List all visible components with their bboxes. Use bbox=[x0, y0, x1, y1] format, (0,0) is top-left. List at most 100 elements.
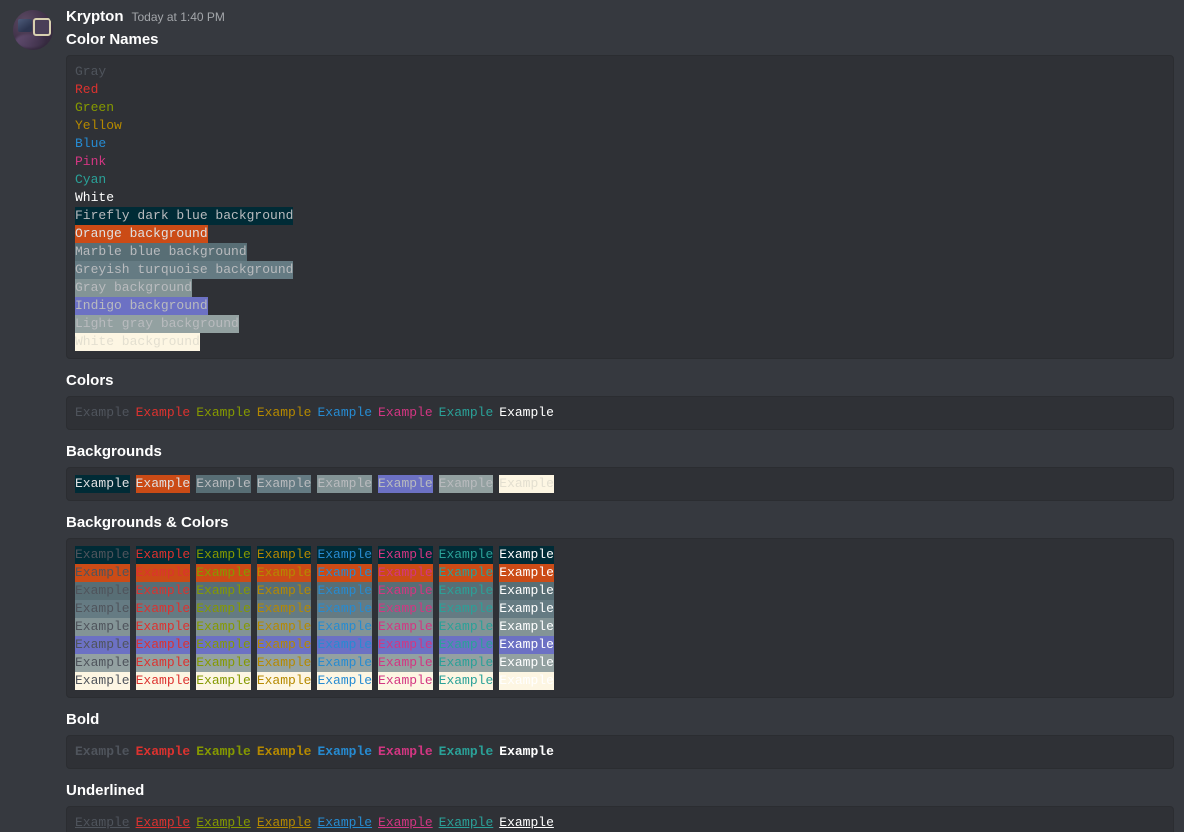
color-name-line: Indigo background bbox=[75, 297, 1165, 315]
color-swatch: Example bbox=[378, 404, 433, 422]
grid-cell: Example bbox=[378, 564, 433, 582]
grid-cell: Example bbox=[499, 600, 554, 618]
message-timestamp: Today at 1:40 PM bbox=[132, 10, 225, 24]
grid-cell: Example bbox=[257, 546, 312, 564]
color-name-swatch: Marble blue background bbox=[75, 243, 247, 261]
grid-cell: Example bbox=[196, 618, 251, 636]
grid-cell: Example bbox=[136, 582, 191, 600]
background-swatch: Example bbox=[257, 475, 312, 493]
color-swatch: Example bbox=[257, 404, 312, 422]
codeblock-underlined: ExampleExampleExampleExampleExampleExamp… bbox=[66, 806, 1174, 832]
grid-cell: Example bbox=[196, 654, 251, 672]
underline-swatch: Example bbox=[499, 814, 554, 832]
grid-cell: Example bbox=[499, 618, 554, 636]
grid-column: ExampleExampleExampleExampleExampleExamp… bbox=[317, 546, 372, 690]
example-row: ExampleExampleExampleExampleExampleExamp… bbox=[75, 404, 1165, 422]
grid-cell: Example bbox=[136, 654, 191, 672]
background-swatch: Example bbox=[317, 475, 372, 493]
heading-bold: Bold bbox=[66, 710, 1174, 730]
avatar[interactable] bbox=[13, 10, 53, 50]
color-name-swatch: Light gray background bbox=[75, 315, 239, 333]
grid-cell: Example bbox=[378, 654, 433, 672]
heading-color-names: Color Names bbox=[66, 30, 1174, 50]
grid-cell: Example bbox=[317, 618, 372, 636]
chat-message: Krypton Today at 1:40 PM Color Names Gra… bbox=[0, 0, 1184, 832]
grid-cell: Example bbox=[136, 564, 191, 582]
grid-cell: Example bbox=[378, 618, 433, 636]
grid-cell: Example bbox=[499, 672, 554, 690]
grid-cell: Example bbox=[317, 600, 372, 618]
underline-swatch: Example bbox=[317, 814, 372, 832]
color-name-swatch: Cyan bbox=[75, 171, 106, 189]
grid-cell: Example bbox=[317, 636, 372, 654]
color-name-swatch: Firefly dark blue background bbox=[75, 207, 293, 225]
color-name-line: Marble blue background bbox=[75, 243, 1165, 261]
grid-cell: Example bbox=[317, 546, 372, 564]
bold-swatch: Example bbox=[499, 743, 554, 761]
background-swatch: Example bbox=[196, 475, 251, 493]
color-name-line: Firefly dark blue background bbox=[75, 207, 1165, 225]
bold-swatch: Example bbox=[439, 743, 494, 761]
background-swatch: Example bbox=[75, 475, 130, 493]
username[interactable]: Krypton bbox=[66, 8, 124, 26]
color-name-swatch: Gray background bbox=[75, 279, 192, 297]
grid-cell: Example bbox=[439, 636, 494, 654]
codeblock-bold: Example Example Example Example Example Examp… bbox=[66, 735, 1174, 769]
color-name-line: Pink bbox=[75, 153, 1165, 171]
grid-cell: Example bbox=[317, 564, 372, 582]
grid-cell: Example bbox=[499, 546, 554, 564]
background-swatch: Example bbox=[136, 475, 191, 493]
grid-cell: Example bbox=[439, 672, 494, 690]
bold-swatch: Example bbox=[257, 743, 312, 761]
bold-swatch: Example bbox=[317, 743, 372, 761]
grid-cell: Example bbox=[378, 582, 433, 600]
grid-column: ExampleExampleExampleExampleExampleExamp… bbox=[75, 546, 130, 690]
grid-cell: Example bbox=[378, 636, 433, 654]
color-name-swatch: Pink bbox=[75, 153, 106, 171]
background-swatch: Example bbox=[378, 475, 433, 493]
grid-cell: Example bbox=[136, 636, 191, 654]
example-row: Example Example Example Example Example Examp… bbox=[75, 475, 1165, 493]
underline-swatch: Example bbox=[378, 814, 433, 832]
color-name-line: Yellow bbox=[75, 117, 1165, 135]
avatar-column bbox=[0, 8, 66, 832]
bold-swatch: Example bbox=[136, 743, 191, 761]
grid-cell: Example bbox=[378, 672, 433, 690]
grid-cell: Example bbox=[257, 654, 312, 672]
grid-cell: Example bbox=[75, 582, 130, 600]
heading-colors: Colors bbox=[66, 371, 1174, 391]
color-name-swatch: Yellow bbox=[75, 117, 122, 135]
grid-cell: Example bbox=[317, 654, 372, 672]
grid-cell: Example bbox=[257, 582, 312, 600]
grid-cell: Example bbox=[439, 600, 494, 618]
color-name-line: Greyish turquoise background bbox=[75, 261, 1165, 279]
color-name-swatch: White background bbox=[75, 333, 200, 351]
grid-cell: Example bbox=[499, 636, 554, 654]
grid-cell: Example bbox=[378, 546, 433, 564]
grid-cell: Example bbox=[196, 564, 251, 582]
grid-cell: Example bbox=[136, 672, 191, 690]
color-name-line: Gray background bbox=[75, 279, 1165, 297]
bold-swatch: Example bbox=[196, 743, 251, 761]
grid-cell: Example bbox=[257, 636, 312, 654]
grid-cell: Example bbox=[136, 618, 191, 636]
grid-cell: Example bbox=[75, 546, 130, 564]
background-swatch: Example bbox=[439, 475, 494, 493]
color-swatch: Example bbox=[196, 404, 251, 422]
grid-cell: Example bbox=[257, 564, 312, 582]
bold-swatch: Example bbox=[75, 743, 130, 761]
message-body: Krypton Today at 1:40 PM Color Names Gra… bbox=[66, 8, 1184, 832]
color-swatch: Example bbox=[136, 404, 191, 422]
color-name-line: Green bbox=[75, 99, 1165, 117]
grid-column: ExampleExampleExampleExampleExampleExamp… bbox=[196, 546, 251, 690]
underline-swatch: Example bbox=[196, 814, 251, 832]
heading-underlined: Underlined bbox=[66, 781, 1174, 801]
color-name-line: Gray bbox=[75, 63, 1165, 81]
codeblock-backgrounds: Example Example Example Example Example Examp… bbox=[66, 467, 1174, 501]
underline-swatch: Example bbox=[257, 814, 312, 832]
grid-cell: Example bbox=[196, 600, 251, 618]
grid-cell: Example bbox=[136, 600, 191, 618]
color-name-line: Red bbox=[75, 81, 1165, 99]
grid-column: ExampleExampleExampleExampleExampleExamp… bbox=[499, 546, 554, 690]
grid-column: ExampleExampleExampleExampleExampleExamp… bbox=[136, 546, 191, 690]
